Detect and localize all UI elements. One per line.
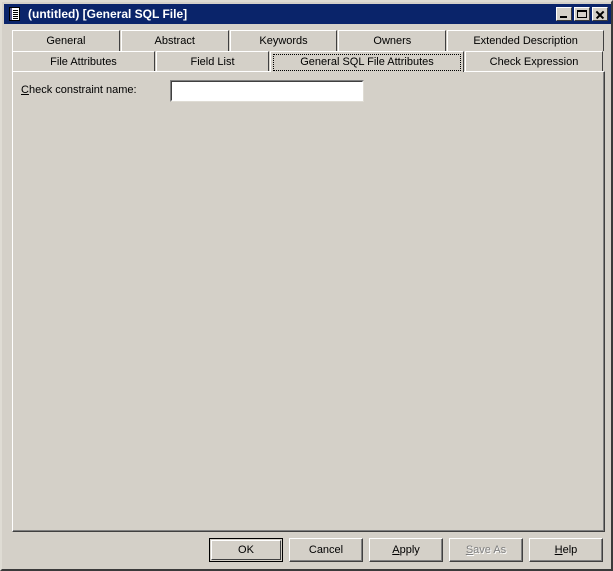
tab-panel: Check constraint name: <box>12 71 605 532</box>
check-constraint-name-input[interactable] <box>172 83 362 101</box>
ok-button[interactable]: OK <box>209 538 283 562</box>
tab-label: File Attributes <box>50 56 117 68</box>
tab-label: Abstract <box>155 35 195 47</box>
close-button[interactable] <box>592 7 608 21</box>
tab-label: Check Expression <box>490 56 579 68</box>
tab-general-sql-file-attributes[interactable]: General SQL File Attributes <box>270 51 464 72</box>
save-as-button: Save As <box>449 538 523 562</box>
tab-general[interactable]: General <box>12 30 120 51</box>
apply-button[interactable]: Apply <box>369 538 443 562</box>
tab-row-2: File Attributes Field List General SQL F… <box>12 51 605 72</box>
tab-check-expression[interactable]: Check Expression <box>465 51 603 72</box>
label-text: heck constraint name: <box>29 84 137 96</box>
help-button[interactable]: Help <box>529 538 603 562</box>
tab-label: General SQL File Attributes <box>300 56 434 68</box>
tab-owners[interactable]: Owners <box>338 30 446 51</box>
cancel-button[interactable]: Cancel <box>289 538 363 562</box>
tab-row-1: General Abstract Keywords Owners Extende… <box>12 30 605 51</box>
tab-keywords[interactable]: Keywords <box>230 30 338 51</box>
tab-extended-description[interactable]: Extended Description <box>447 30 604 51</box>
tab-file-attributes[interactable]: File Attributes <box>12 51 155 72</box>
tab-strip: General Abstract Keywords Owners Extende… <box>12 30 605 52</box>
ok-button-label: OK <box>238 544 254 556</box>
help-button-label: Help <box>555 544 578 556</box>
tab-label: Extended Description <box>473 35 578 47</box>
tab-label: General <box>46 35 85 47</box>
maximize-button[interactable] <box>574 7 590 21</box>
tab-label: Field List <box>190 56 234 68</box>
tab-abstract[interactable]: Abstract <box>121 30 229 51</box>
tab-label: Keywords <box>259 35 307 47</box>
label-accelerator: C <box>21 84 29 96</box>
save-as-button-label: Save As <box>466 544 506 556</box>
title-bar[interactable]: (untitled) [General SQL File] <box>4 4 611 24</box>
minimize-button[interactable] <box>556 7 572 21</box>
check-constraint-name-field-frame <box>170 80 364 102</box>
cancel-button-label: Cancel <box>309 544 343 556</box>
tab-field-list[interactable]: Field List <box>156 51 269 72</box>
tab-label: Owners <box>373 35 411 47</box>
apply-button-label: Apply <box>392 544 420 556</box>
dialog-window: (untitled) [General SQL File] General Ab… <box>0 0 613 571</box>
dialog-button-bar: OK Cancel Apply Save As Help <box>2 535 611 569</box>
document-icon <box>7 7 23 22</box>
window-controls <box>556 7 608 21</box>
check-constraint-name-label: Check constraint name: <box>21 84 137 96</box>
window-title: (untitled) [General SQL File] <box>28 7 556 21</box>
